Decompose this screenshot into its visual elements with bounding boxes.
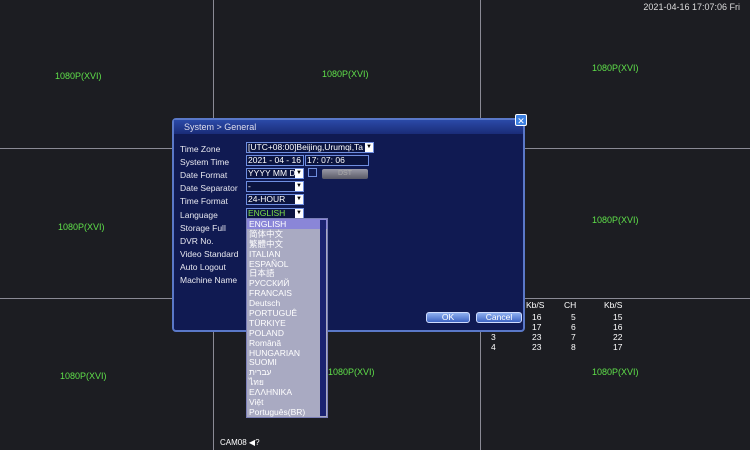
language-option[interactable]: ITALIAN [247,249,327,259]
system-time-input[interactable]: 17: 07: 06 [305,155,369,166]
language-option[interactable]: ไทย [247,377,327,387]
chevron-down-icon: ▼ [295,195,303,204]
language-option[interactable]: РУССКИЙ [247,278,327,288]
close-button[interactable]: ✕ [515,114,527,126]
date-separator-select[interactable]: - ▼ [246,181,304,192]
language-option[interactable]: עברית [247,367,327,377]
camera-label: 1080P(XVI) [55,71,102,81]
camera-label: 1080P(XVI) [60,371,107,381]
clock: 2021-04-16 17:07:06 Fri [643,2,740,12]
language-option[interactable]: 日本語 [247,268,327,279]
chevron-down-icon: ▼ [295,182,303,191]
language-option[interactable]: HUNGARIAN [247,348,327,358]
chevron-down-icon: ▼ [295,169,303,178]
language-option[interactable]: POLAND [247,328,327,338]
date-format-select[interactable]: YYYY MM DD ▼ [246,168,304,179]
system-date-input[interactable]: 2021 - 04 - 16 [246,155,304,166]
dialog-title: System > General [174,120,523,134]
language-option[interactable]: Việt [247,397,327,407]
dst-button[interactable]: DST [322,169,368,179]
chevron-down-icon: ▼ [295,209,303,218]
language-option[interactable]: Deutsch [247,298,327,308]
language-option[interactable]: Română [247,338,327,348]
camera-name-label: CAM08 ◀? [220,438,260,447]
dst-checkbox[interactable] [308,168,317,177]
cancel-button[interactable]: Cancel [476,312,522,323]
language-option[interactable]: FRANCAIS [247,288,327,298]
system-general-dialog: System > General ✕ Time Zone [UTC+08:00]… [172,114,527,332]
scrollbar[interactable] [320,220,326,416]
language-option[interactable]: TÜRKIYE [247,318,327,328]
language-option[interactable]: ΕΛΛΗΝΙΚΑ [247,387,327,397]
time-format-select[interactable]: 24-HOUR ▼ [246,194,304,205]
time-zone-select[interactable]: [UTC+08:00]Beijing,Urumqi,Ta ▼ [246,142,374,153]
audio-icon: ◀? [248,438,260,447]
camera-label: 1080P(XVI) [322,69,369,79]
language-option[interactable]: ESPAÑOL [247,259,327,269]
language-option[interactable]: ENGLISH [247,219,327,229]
language-option[interactable]: PORTUGUÊ [247,308,327,318]
ok-button[interactable]: OK [426,312,470,323]
chevron-down-icon: ▼ [365,143,373,152]
language-option[interactable]: 繁體中文 [247,239,327,249]
camera-label: 1080P(XVI) [592,215,639,225]
camera-label: 1080P(XVI) [328,367,375,377]
language-option[interactable]: SUOMI [247,357,327,368]
language-option[interactable]: Português(BR) [247,407,327,417]
camera-label: 1080P(XVI) [592,367,639,377]
language-dropdown-list[interactable]: ENGLISH 简体中文 繁體中文 ITALIAN ESPAÑOL 日本語 РУ… [246,218,328,418]
language-option[interactable]: 简体中文 [247,229,327,239]
camera-label: 1080P(XVI) [592,63,639,73]
camera-label: 1080P(XVI) [58,222,105,232]
